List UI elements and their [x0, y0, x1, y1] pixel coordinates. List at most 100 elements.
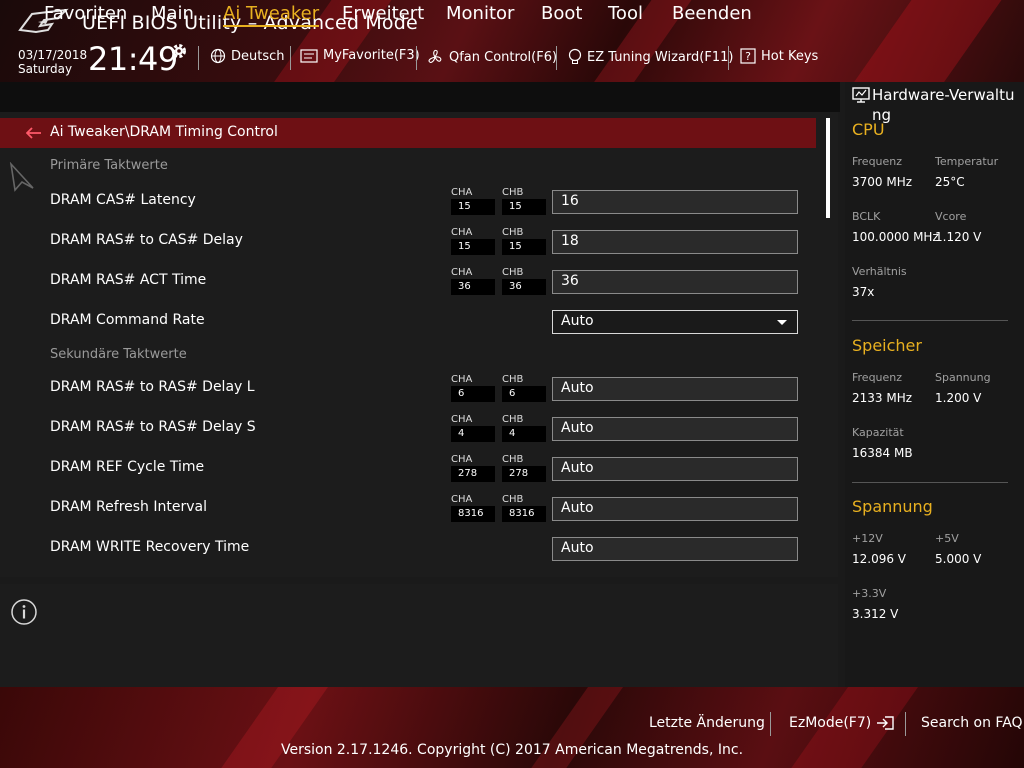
write-recovery-input[interactable]: Auto	[552, 537, 798, 561]
day-display: Saturday	[18, 62, 73, 76]
myfavorite-label: MyFavorite(F3)	[323, 48, 420, 63]
chb-value: 36	[502, 279, 546, 295]
v33-label: +3.3V	[852, 587, 887, 600]
cha-value: 15	[451, 239, 495, 255]
mem-volt-value: 1.200 V	[935, 391, 982, 405]
chb-value: 15	[502, 199, 546, 215]
svg-text:?: ?	[745, 50, 751, 63]
cha-label: CHA	[451, 414, 473, 425]
pointer-cursor-icon	[9, 162, 34, 192]
cha-value: 4	[451, 426, 495, 442]
help-question-icon: ?	[740, 48, 756, 64]
main-nav	[0, 82, 840, 112]
mem-freq-value: 2133 MHz	[852, 391, 913, 405]
bclk-value: 100.0000 MHz	[852, 230, 939, 244]
eztuning-button[interactable]: EZ Tuning Wizard(F11)	[568, 48, 733, 66]
tab-main[interactable]: Main	[151, 3, 194, 24]
qfan-button[interactable]: Qfan Control(F6)	[426, 48, 557, 66]
row-label-command-rate: DRAM Command Rate	[50, 312, 205, 328]
scrollbar[interactable]	[826, 118, 830, 218]
globe-icon	[210, 48, 226, 64]
divider	[905, 712, 906, 736]
exit-arrow-icon	[877, 716, 894, 730]
mem-freq-label: Frequenz	[852, 371, 903, 384]
mem-cap-label: Kapazität	[852, 426, 904, 439]
v12-label: +12V	[852, 532, 883, 545]
mem-volt-label: Spannung	[935, 371, 991, 384]
v33-value: 3.312 V	[852, 607, 899, 621]
chb-value: 278	[502, 466, 546, 482]
chb-label: CHB	[502, 414, 524, 425]
cpu-temp-value: 25°C	[935, 175, 965, 189]
fan-icon	[428, 49, 442, 63]
mem-cap-value: 16384 MB	[852, 446, 913, 460]
tab-favoriten[interactable]: Favoriten	[44, 3, 127, 24]
cha-value: 278	[451, 466, 495, 482]
row-label-ras-to-cas: DRAM RAS# to CAS# Delay	[50, 232, 243, 248]
cha-label: CHA	[451, 187, 473, 198]
cas-latency-input[interactable]: 16	[552, 190, 798, 214]
rrd-s-input[interactable]: Auto	[552, 417, 798, 441]
chb-label: CHB	[502, 267, 524, 278]
cha-label: CHA	[451, 454, 473, 465]
search-faq-button[interactable]: Search on FAQ	[921, 715, 1023, 731]
hotkeys-label: Hot Keys	[761, 48, 819, 64]
qfan-label: Qfan Control(F6)	[449, 49, 558, 65]
monitor-icon	[852, 87, 870, 103]
vcore-value: 1.120 V	[935, 230, 982, 244]
chb-value: 4	[502, 426, 546, 442]
vcore-label: Vcore	[935, 210, 967, 223]
cpu-heading: CPU	[852, 120, 885, 139]
refresh-interval-input[interactable]: Auto	[552, 497, 798, 521]
dropdown-arrow-icon	[777, 320, 787, 325]
row-label-cas-latency: DRAM CAS# Latency	[50, 192, 196, 208]
tab-monitor[interactable]: Monitor	[446, 3, 514, 24]
clock-display: 21:49	[88, 40, 178, 78]
row-label-rrd-l: DRAM RAS# to RAS# Delay L	[50, 379, 255, 395]
command-rate-select[interactable]: Auto	[552, 310, 798, 334]
divider	[852, 320, 1008, 321]
info-panel	[0, 584, 838, 687]
date-display: 03/17/2018	[18, 48, 88, 62]
ratio-label: Verhältnis	[852, 265, 907, 278]
language-label: Deutsch	[231, 48, 285, 64]
chb-label: CHB	[502, 187, 524, 198]
command-rate-value: Auto	[561, 313, 594, 329]
chb-label: CHB	[502, 454, 524, 465]
last-change-button[interactable]: Letzte Änderung	[649, 715, 765, 731]
ras-to-cas-input[interactable]: 18	[552, 230, 798, 254]
chb-label: CHB	[502, 374, 524, 385]
row-label-refresh-interval: DRAM Refresh Interval	[50, 499, 207, 515]
chb-label: CHB	[502, 494, 524, 505]
ras-act-time-input[interactable]: 36	[552, 270, 798, 294]
v5-label: +5V	[935, 532, 959, 545]
myfavorite-button[interactable]: MyFavorite(F3)	[300, 48, 420, 63]
chb-value: 6	[502, 386, 546, 402]
chb-value: 15	[502, 239, 546, 255]
cpu-freq-label: Frequenz	[852, 155, 903, 168]
tab-tool[interactable]: Tool	[608, 3, 643, 24]
hotkeys-button[interactable]: ? Hot Keys	[740, 48, 818, 64]
row-label-write-recovery: DRAM WRITE Recovery Time	[50, 539, 250, 555]
voltage-heading: Spannung	[852, 497, 933, 516]
ref-cycle-input[interactable]: Auto	[552, 457, 798, 481]
tab-boot[interactable]: Boot	[541, 3, 582, 24]
cha-value: 36	[451, 279, 495, 295]
cpu-temp-label: Temperatur	[935, 155, 999, 168]
rrd-l-input[interactable]: Auto	[552, 377, 798, 401]
cha-label: CHA	[451, 374, 473, 385]
back-arrow-icon[interactable]	[26, 127, 42, 139]
gear-icon[interactable]	[170, 42, 188, 60]
cha-label: CHA	[451, 267, 473, 278]
row-label-ref-cycle: DRAM REF Cycle Time	[50, 459, 205, 475]
tab-ai-tweaker[interactable]: Ai Tweaker	[223, 3, 320, 27]
language-button[interactable]: Deutsch	[210, 48, 285, 64]
bclk-label: BCLK	[852, 210, 881, 223]
section-secondary: Sekundäre Taktwerte	[50, 347, 187, 362]
row-label-ras-act-time: DRAM RAS# ACT Time	[50, 272, 207, 288]
tab-erweitert[interactable]: Erweitert	[342, 3, 424, 24]
cha-label: CHA	[451, 227, 473, 238]
ezmode-button[interactable]: EzMode(F7)	[789, 715, 895, 731]
tab-beenden[interactable]: Beenden	[672, 3, 752, 24]
cha-value: 6	[451, 386, 495, 402]
